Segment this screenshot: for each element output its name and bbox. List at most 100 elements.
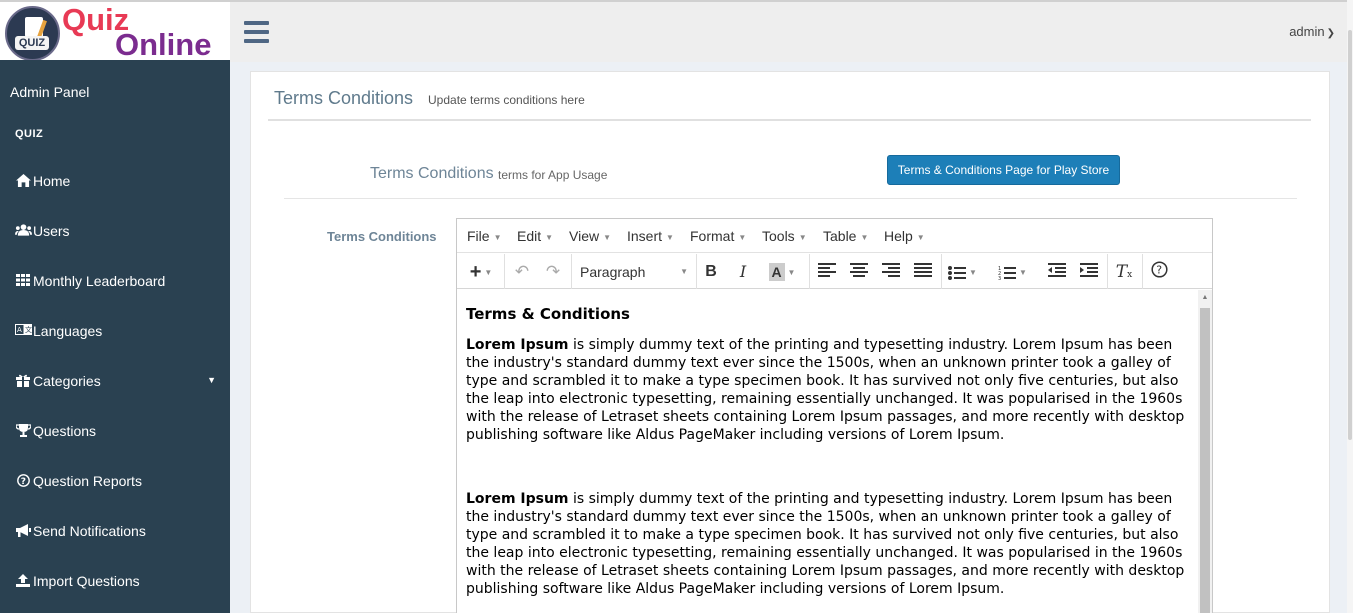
sidebar-item-import-questions[interactable]: Import Questions bbox=[0, 562, 230, 602]
dropdown-arrow-icon: ▼ bbox=[680, 267, 688, 276]
menu-label: Edit bbox=[517, 228, 542, 244]
sidebar-item-label: Import Questions bbox=[33, 573, 140, 589]
gift-icon bbox=[15, 374, 31, 388]
sidebar-item-monthly-leaderboard[interactable]: Monthly Leaderboard bbox=[0, 262, 230, 302]
outdent-icon[interactable] bbox=[1047, 261, 1067, 283]
menu-label: Table bbox=[823, 228, 857, 244]
bullet-list-icon[interactable]: ▼ bbox=[948, 261, 988, 283]
svg-text:?: ? bbox=[1156, 264, 1162, 277]
page-title: Terms Conditions bbox=[274, 88, 414, 108]
menu-label: File bbox=[467, 228, 490, 244]
trophy-icon bbox=[14, 424, 32, 438]
divider bbox=[284, 198, 1297, 199]
editor-scroll-thumb[interactable] bbox=[1200, 308, 1210, 613]
sidebar-item-question-reports[interactable]: ? Question Reports bbox=[0, 462, 230, 502]
menu-label: View bbox=[569, 228, 600, 244]
align-left-icon[interactable] bbox=[817, 261, 837, 283]
numbered-list-icon[interactable]: 1 2 3 ▼ bbox=[998, 261, 1038, 283]
table-icon bbox=[15, 274, 31, 288]
menu-file[interactable]: File ▼ bbox=[467, 228, 501, 244]
paragraph-text: is simply dummy text of the printing and… bbox=[466, 491, 1185, 597]
user-menu[interactable]: admin ❯ bbox=[1289, 24, 1335, 39]
menu-insert[interactable]: Insert ▼ bbox=[627, 228, 674, 244]
clear-formatting-icon[interactable]: Tx bbox=[1114, 261, 1134, 283]
menu-label: Format bbox=[690, 228, 735, 244]
align-center-icon[interactable] bbox=[849, 261, 869, 283]
paragraph-bold-lead: Lorem Ipsum bbox=[466, 491, 569, 507]
hamburger-bar bbox=[244, 21, 269, 25]
question-circle-icon: ? bbox=[15, 474, 31, 488]
section-subtitle: terms for App Usage bbox=[498, 168, 608, 182]
app-logo[interactable]: QUIZ Quiz Online bbox=[0, 2, 230, 62]
sidebar-toggle-button[interactable] bbox=[244, 21, 269, 43]
sidebar-item-home[interactable]: Home bbox=[0, 162, 230, 202]
sidebar-item-label: Users bbox=[33, 223, 70, 239]
block-format-value: Paragraph bbox=[580, 264, 646, 280]
insert-plus-icon[interactable]: + ▼ bbox=[466, 261, 496, 283]
bold-icon[interactable]: B bbox=[702, 261, 720, 283]
menu-edit[interactable]: Edit ▼ bbox=[517, 228, 553, 244]
menu-table[interactable]: Table ▼ bbox=[823, 228, 868, 244]
sidebar-item-languages[interactable]: A文 Languages bbox=[0, 312, 230, 352]
align-right-icon[interactable] bbox=[881, 261, 901, 283]
dropdown-arrow-icon: ▼ bbox=[493, 232, 502, 242]
chevron-down-icon: ❯ bbox=[1326, 28, 1335, 39]
paragraph-bold-lead: Lorem Ipsum bbox=[466, 337, 569, 353]
sidebar-item-label: Languages bbox=[33, 323, 103, 339]
page-subtitle: Update terms conditions here bbox=[428, 93, 585, 107]
svg-text:A: A bbox=[17, 326, 22, 334]
undo-icon[interactable]: ↶ bbox=[512, 261, 532, 283]
toolbar-separator bbox=[809, 254, 810, 289]
content-heading: Terms & Conditions bbox=[466, 305, 630, 323]
text-color-icon[interactable]: A ▼ bbox=[765, 261, 799, 283]
sidebar-item-users[interactable]: Users bbox=[0, 212, 230, 252]
sidebar-item-label: Monthly Leaderboard bbox=[33, 273, 166, 289]
indent-icon[interactable] bbox=[1079, 261, 1099, 283]
redo-icon[interactable]: ↷ bbox=[543, 261, 563, 283]
rich-text-editor: File ▼ Edit ▼ View ▼ Insert ▼ Format ▼ Tools ▼… bbox=[456, 218, 1213, 613]
scroll-up-arrow-icon[interactable]: ▲ bbox=[1200, 293, 1210, 303]
menu-help[interactable]: Help ▼ bbox=[884, 228, 925, 244]
sidebar-item-label: Send Notifications bbox=[33, 523, 146, 539]
menu-tools[interactable]: Tools ▼ bbox=[762, 228, 807, 244]
menu-view[interactable]: View ▼ bbox=[569, 228, 611, 244]
sidebar-item-questions[interactable]: Questions bbox=[0, 412, 230, 452]
home-icon bbox=[15, 174, 31, 188]
dropdown-arrow-icon: ▼ bbox=[860, 232, 869, 242]
logo-text-online: Online bbox=[115, 27, 212, 62]
dropdown-arrow-icon: ▼ bbox=[545, 232, 554, 242]
menu-label: Tools bbox=[762, 228, 795, 244]
italic-icon[interactable]: I bbox=[734, 261, 752, 283]
toolbar-separator bbox=[1107, 254, 1108, 289]
menu-label: Help bbox=[884, 228, 913, 244]
users-icon bbox=[15, 224, 32, 238]
dropdown-arrow-icon: ▼ bbox=[484, 267, 493, 277]
sidebar: Admin Panel QUIZ Home Users Monthly Lead… bbox=[0, 60, 230, 613]
editor-toolbar: + ▼ ↶ ↷ Paragraph ▼ B I A ▼ ▼ 1 2 3 ▼ Tx… bbox=[457, 254, 1212, 289]
upload-icon bbox=[15, 574, 31, 588]
play-store-terms-button[interactable]: Terms & Conditions Page for Play Store bbox=[887, 155, 1120, 185]
toolbar-separator bbox=[696, 254, 697, 289]
editor-content[interactable]: Terms & Conditions Lorem Ipsum is simply… bbox=[457, 290, 1198, 613]
block-format-select[interactable]: Paragraph ▼ bbox=[580, 261, 688, 283]
caret-down-icon: ▼ bbox=[207, 375, 216, 385]
sidebar-title: Admin Panel bbox=[10, 84, 90, 100]
paragraph-text: is simply dummy text of the printing and… bbox=[466, 337, 1185, 443]
content-panel: Terms Conditions Update terms conditions… bbox=[250, 71, 1330, 613]
help-icon[interactable]: ? bbox=[1149, 261, 1169, 283]
text-color-swatch: A bbox=[768, 263, 785, 281]
editor-menubar: File ▼ Edit ▼ View ▼ Insert ▼ Format ▼ Tools ▼… bbox=[457, 219, 1212, 253]
sidebar-item-send-notifications[interactable]: Send Notifications bbox=[0, 512, 230, 552]
sidebar-item-label: Categories bbox=[33, 373, 101, 389]
sidebar-item-categories[interactable]: Categories ▼ bbox=[0, 362, 230, 402]
dropdown-arrow-icon: ▼ bbox=[1019, 267, 1027, 277]
content-paragraph: Lorem Ipsum is simply dummy text of the … bbox=[466, 336, 1190, 444]
dropdown-arrow-icon: ▼ bbox=[666, 232, 674, 242]
dropdown-arrow-icon: ▼ bbox=[738, 232, 747, 242]
menu-format[interactable]: Format ▼ bbox=[690, 228, 746, 244]
align-justify-icon[interactable] bbox=[913, 261, 933, 283]
logo-badge-text: QUIZ bbox=[15, 36, 49, 50]
page-scroll-thumb[interactable] bbox=[1348, 30, 1352, 440]
bullhorn-icon bbox=[15, 524, 31, 538]
divider bbox=[268, 119, 1311, 121]
